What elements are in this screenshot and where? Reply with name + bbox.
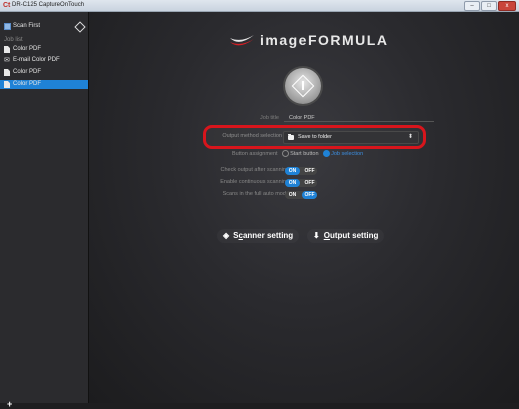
scanner-setting-button[interactable]: ◈ Scanner setting: [217, 229, 299, 243]
window-controls: – □ x: [464, 1, 516, 11]
app-icon: Ct: [3, 2, 11, 9]
full-auto-label: Scans in the full auto mode: [222, 191, 289, 197]
maximize-button[interactable]: □: [481, 1, 497, 11]
output-setting-button[interactable]: ⬇ Output setting: [307, 229, 384, 243]
sidebar-item-label: Color PDF: [13, 46, 42, 52]
sidebar-item-color-pdf-1[interactable]: Color PDF: [0, 45, 88, 54]
output-method-select[interactable]: Save to folder ⬍: [283, 131, 419, 144]
sidebar-item-scan-first[interactable]: Scan First: [0, 21, 88, 33]
toggle-off[interactable]: OFF: [302, 191, 317, 199]
main-panel: imageFORMULA Job title Color PDF Output …: [89, 12, 519, 403]
download-arrow-icon: ⬇: [313, 231, 320, 240]
scanner-setting-label: anner setting: [242, 231, 294, 240]
document-icon: [4, 81, 10, 88]
radio-start-button[interactable]: [282, 150, 290, 157]
sidebar-item-color-pdf-3[interactable]: Color PDF: [0, 80, 88, 89]
continuous-scanning-label: Enable continuous scanning: [220, 179, 289, 185]
job-title-label: Job title: [260, 115, 279, 121]
add-job-button[interactable]: +: [7, 400, 12, 409]
sidebar-item-label: Color PDF: [13, 69, 42, 75]
document-icon: [4, 69, 10, 76]
button-assignment-row: Button assignment Start button Job selec…: [232, 150, 363, 157]
brand-name: imageFORMULA: [260, 32, 389, 48]
job-title-underline: [284, 121, 434, 122]
continuous-scanning-toggle[interactable]: ON OFF: [285, 179, 317, 187]
scanner-icon: [4, 23, 11, 30]
job-list-label: Job list: [4, 37, 23, 43]
swoosh-icon: [230, 35, 254, 46]
check-output-toggle[interactable]: ON OFF: [285, 167, 317, 175]
toggle-on[interactable]: ON: [285, 167, 300, 175]
title-bar: Ct DR-C125 CaptureOnTouch – □ x: [0, 0, 519, 12]
output-setting-label: utput setting: [329, 231, 379, 240]
sidebar-item-email-color-pdf[interactable]: ✉ E-mail Color PDF: [0, 56, 88, 65]
sidebar-item-label: Color PDF: [13, 81, 42, 87]
folder-icon: [288, 134, 294, 140]
toggle-off[interactable]: OFF: [302, 167, 317, 175]
start-bar-icon: [302, 81, 304, 90]
toggle-on[interactable]: ON: [285, 179, 300, 187]
sidebar-item-label: E-mail Color PDF: [13, 57, 60, 63]
radio-start-button-label: Start button: [290, 150, 319, 157]
full-auto-toggle[interactable]: ON OFF: [285, 191, 317, 199]
close-button[interactable]: x: [498, 1, 516, 11]
document-icon: [4, 46, 10, 53]
output-method-label: Output method selection: [222, 133, 282, 139]
start-scan-button[interactable]: [285, 68, 321, 104]
sidebar-item-color-pdf-2[interactable]: Color PDF: [0, 68, 88, 77]
start-diamond-icon[interactable]: [74, 21, 86, 33]
output-method-value: Save to folder: [298, 134, 332, 140]
toggle-off[interactable]: OFF: [302, 179, 317, 187]
check-output-label: Check output after scanning: [220, 167, 290, 173]
sidebar-item-label: Scan First: [13, 23, 41, 29]
button-assignment-label: Button assignment: [232, 150, 278, 157]
email-icon: ✉: [4, 57, 10, 64]
sidebar: Scan First Job list Color PDF ✉ E-mail C…: [0, 12, 89, 409]
toggle-on[interactable]: ON: [285, 191, 300, 199]
scanner-diamond-icon: ◈: [223, 231, 230, 240]
radio-job-selection-label: Job selection: [331, 150, 364, 157]
dropdown-caret-icon: ⬍: [407, 134, 413, 140]
minimize-button[interactable]: –: [464, 1, 480, 11]
window-title: DR-C125 CaptureOnTouch: [12, 2, 85, 8]
radio-job-selection[interactable]: [323, 150, 331, 157]
